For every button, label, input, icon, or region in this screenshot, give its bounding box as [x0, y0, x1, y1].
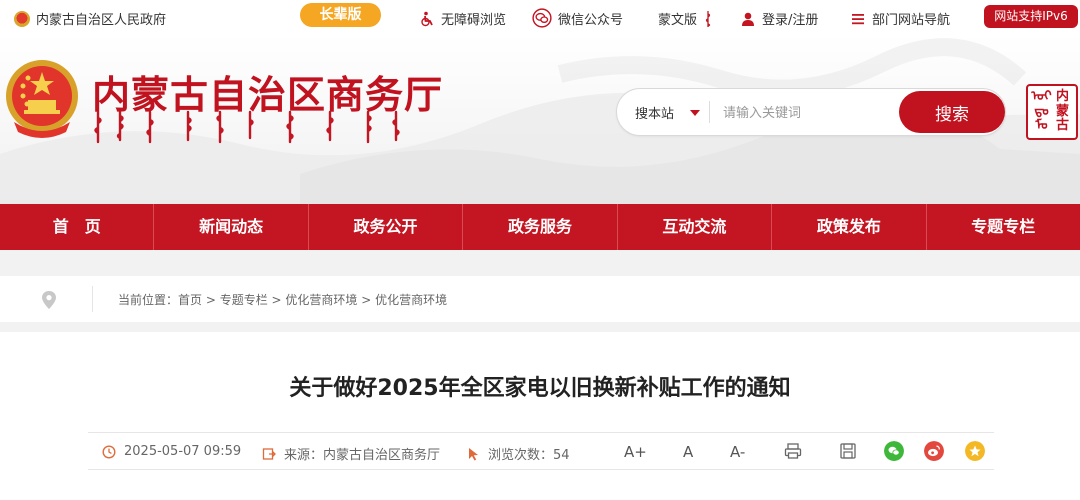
gov-portal-link[interactable]: 内蒙古自治区人民政府 — [14, 9, 166, 28]
font-larger-button[interactable]: A+ — [624, 443, 647, 461]
dept-nav-label: 部门网站导航 — [872, 13, 951, 28]
seal-char: ᠣᠶ — [1031, 89, 1052, 104]
publish-date-value: 2025-05-07 09:59 — [124, 444, 242, 459]
breadcrumb-label: 当前位置： — [118, 293, 179, 307]
list-icon — [852, 13, 864, 24]
breadcrumb-divider — [92, 286, 93, 312]
dept-nav-link[interactable]: 部门网站导航 — [850, 9, 950, 28]
nav-news[interactable]: 新闻动态 — [154, 204, 309, 250]
article-source: 来源：内蒙古自治区商务厅 — [262, 444, 440, 463]
national-emblem-icon — [14, 10, 30, 27]
wechat-outline-icon — [532, 7, 552, 28]
view-count: 浏览次数：54 — [468, 444, 570, 463]
save-icon[interactable] — [839, 442, 857, 460]
nav-gov-services[interactable]: 政务服务 — [463, 204, 618, 250]
mongolian-script-icon — [705, 10, 711, 27]
search-scope-label: 搜本站 — [635, 107, 675, 122]
seal-char: ᠮᠤ — [1035, 118, 1048, 134]
accessibility-link[interactable]: 无障碍浏览 — [419, 9, 506, 28]
mongolian-site-title — [94, 110, 400, 144]
nav-home[interactable]: 首 页 — [0, 204, 155, 250]
seal-char: ᠳᠤ — [1034, 103, 1049, 119]
search-input[interactable] — [717, 97, 907, 127]
nav-special-topics[interactable]: 专题专栏 — [927, 204, 1080, 250]
login-label: 登录/注册 — [762, 13, 819, 28]
seal-char: 古 — [1055, 118, 1069, 134]
article-title: 关于做好2025年全区家电以旧换新补贴工作的通知 — [289, 376, 791, 401]
location-pin-icon — [42, 291, 56, 309]
user-icon — [742, 12, 754, 26]
views-value: 54 — [553, 448, 570, 463]
top-bar: 内蒙古自治区人民政府 长辈版 无障碍浏览 微信公众号 蒙文版 登录/注册 部门网… — [0, 0, 1080, 34]
main-nav: 首 页 新闻动态 政务公开 政务服务 互动交流 政策发布 专题专栏 — [0, 204, 1080, 250]
gov-portal-label: 内蒙古自治区人民政府 — [36, 13, 167, 28]
site-header: 内蒙古自治区商务厅 搜本站 搜索 ᠣᠶ 内 ᠳᠤ 蒙 ᠮᠤ 古 — [0, 34, 1080, 204]
wechat-link[interactable]: 微信公众号 — [532, 7, 624, 28]
breadcrumb: 当前位置：首页 > 专题专栏 > 优化营商环境 > 优化营商环境 — [0, 276, 1080, 322]
mongolian-version-label: 蒙文版 — [658, 13, 698, 28]
wechat-share-icon[interactable] — [884, 441, 904, 461]
cursor-icon — [469, 447, 478, 460]
caret-down-icon — [690, 109, 701, 116]
favorite-star-icon[interactable] — [965, 441, 985, 461]
wheelchair-icon — [421, 11, 433, 26]
search-divider — [709, 101, 710, 123]
views-label: 浏览次数： — [488, 448, 554, 463]
font-smaller-button[interactable]: A- — [730, 443, 745, 461]
search-box: 搜本站 搜索 — [616, 88, 1006, 136]
nav-interaction[interactable]: 互动交流 — [618, 204, 773, 250]
accessibility-label: 无障碍浏览 — [441, 13, 507, 28]
article-meta-bar: 2025-05-07 09:59 来源：内蒙古自治区商务厅 浏览次数：54 A+… — [88, 432, 994, 470]
nav-gov-affairs-open[interactable]: 政务公开 — [309, 204, 464, 250]
clock-icon — [102, 444, 116, 459]
mongolian-version-link[interactable]: 蒙文版 — [658, 9, 713, 28]
mongolia-seal-logo: ᠣᠶ 内 ᠳᠤ 蒙 ᠮᠤ 古 — [1026, 84, 1078, 140]
share-out-icon — [262, 447, 276, 460]
search-button[interactable]: 搜索 — [899, 91, 1005, 133]
elder-mode-button[interactable]: 长辈版 — [300, 3, 381, 27]
breadcrumb-path[interactable]: 首页 > 专题专栏 > 优化营商环境 > 优化营商环境 — [178, 293, 447, 307]
breadcrumb-text: 当前位置：首页 > 专题专栏 > 优化营商环境 > 优化营商环境 — [118, 291, 447, 308]
weibo-share-icon[interactable] — [924, 441, 944, 461]
print-icon[interactable] — [784, 442, 802, 460]
wechat-label: 微信公众号 — [558, 13, 624, 28]
article-container: 关于做好2025年全区家电以旧换新补贴工作的通知 2025-05-07 09:5… — [0, 332, 1080, 500]
source-label: 来源： — [284, 448, 324, 463]
search-scope-dropdown[interactable]: 搜本站 — [635, 103, 701, 122]
ipv6-badge: 网站支持IPv6 — [984, 5, 1078, 28]
source-value: 内蒙古自治区商务厅 — [323, 448, 441, 463]
seal-char: 内 — [1055, 89, 1069, 104]
national-emblem-icon — [6, 60, 78, 138]
publish-date: 2025-05-07 09:59 — [102, 444, 241, 459]
login-link[interactable]: 登录/注册 — [740, 9, 818, 28]
font-normal-button[interactable]: A — [683, 443, 693, 461]
nav-policy[interactable]: 政策发布 — [772, 204, 927, 250]
